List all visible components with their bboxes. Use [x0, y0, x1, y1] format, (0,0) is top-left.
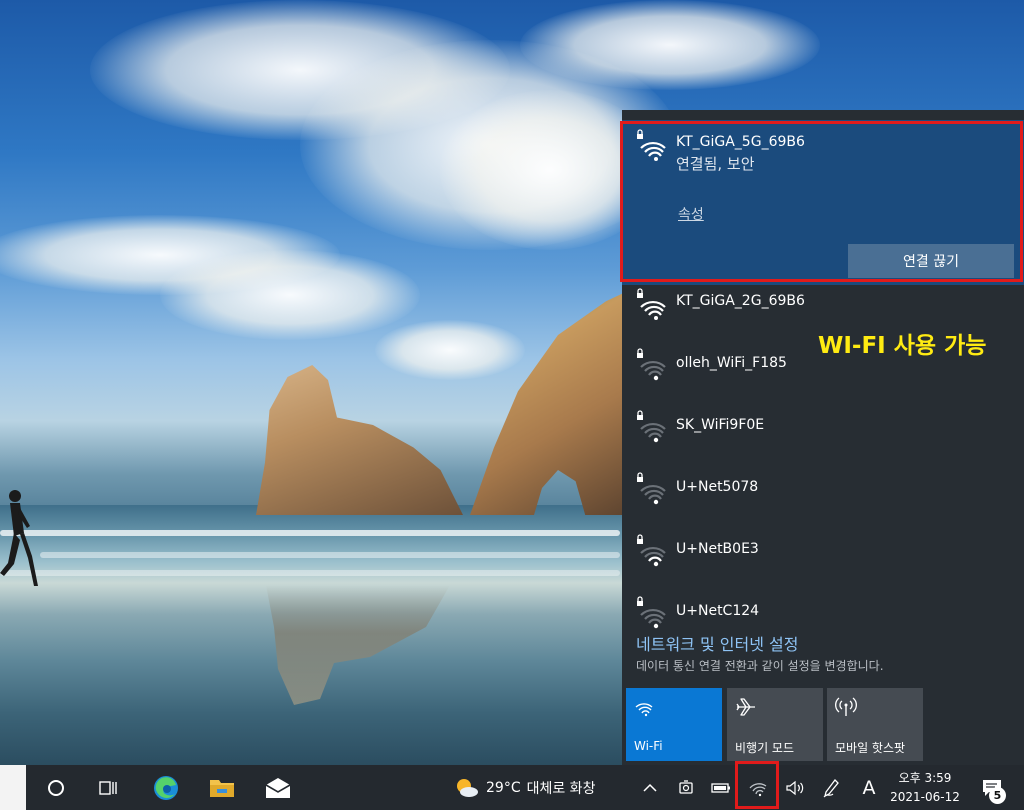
notification-badge: 5: [989, 787, 1006, 804]
network-settings-link[interactable]: 네트워크 및 인터넷 설정: [636, 631, 798, 655]
battery-icon: [711, 782, 730, 793]
task-view-button[interactable]: [92, 765, 124, 810]
edge-icon: [154, 775, 178, 800]
pen-workspace-button[interactable]: [818, 765, 844, 810]
airplane-icon: [736, 698, 755, 716]
network-ssid: KT_GiGA_2G_69B6: [676, 293, 805, 309]
task-view-icon: [99, 780, 117, 795]
search-button[interactable]: [38, 765, 74, 810]
quick-action-label: 모바일 핫스팟: [835, 741, 906, 755]
network-status: 연결됨, 보안: [676, 155, 755, 173]
wifi-secured-weak-icon: [637, 596, 666, 629]
clock-date: 2021-06-12: [890, 790, 960, 804]
volume-button[interactable]: [782, 765, 808, 810]
network-ssid: SK_WiFi9F0E: [676, 417, 765, 433]
chevron-up-icon: [643, 783, 657, 792]
start-button[interactable]: [0, 765, 26, 810]
weather-temperature: 29°C: [486, 779, 521, 796]
network-item-connected[interactable]: KT_GiGA_5G_69B6 연결됨, 보안 속성 연결 끊기: [622, 120, 1024, 285]
network-item[interactable]: U+Net5078: [622, 471, 1024, 533]
wifi-icon: [635, 703, 653, 717]
network-ssid: KT_GiGA_5G_69B6: [676, 134, 805, 150]
properties-link[interactable]: 속성: [678, 204, 704, 224]
speaker-icon: [786, 780, 804, 795]
network-item[interactable]: U+NetC124: [622, 595, 1024, 629]
wifi-secured-weak-icon: [637, 472, 666, 505]
wifi-tray-icon: [749, 782, 767, 796]
wifi-secured-weak-icon: [637, 348, 666, 381]
quick-action-label: 비행기 모드: [735, 741, 795, 755]
battery-button[interactable]: [708, 765, 734, 810]
quick-action-wifi[interactable]: Wi-Fi: [626, 688, 722, 761]
mail-icon: [265, 777, 291, 798]
edge-button[interactable]: [148, 765, 184, 810]
folder-icon: [210, 779, 234, 797]
file-explorer-button[interactable]: [204, 765, 240, 810]
mail-button[interactable]: [260, 765, 296, 810]
quick-action-airplane[interactable]: 비행기 모드: [727, 688, 823, 761]
hotspot-icon: [835, 697, 857, 716]
disconnect-button[interactable]: 연결 끊기: [848, 244, 1014, 278]
clock[interactable]: 오후 3:59 2021-06-12: [888, 769, 962, 807]
show-hidden-icons-button[interactable]: [638, 765, 662, 810]
network-item[interactable]: SK_WiFi9F0E: [622, 409, 1024, 471]
quick-action-hotspot[interactable]: 모바일 핫스팟: [827, 688, 923, 761]
weather-description: 대체로 화창: [526, 780, 596, 797]
cortana-circle-icon: [48, 779, 64, 796]
input-method-button[interactable]: A: [856, 765, 882, 810]
wifi-available-annotation: WI-FI 사용 가능: [818, 333, 987, 359]
wifi-secured-weak-icon: [637, 410, 666, 443]
network-ssid: olleh_WiFi_F185: [676, 355, 787, 371]
partly-sunny-icon: [457, 778, 478, 797]
network-tray-button[interactable]: [743, 765, 773, 810]
network-ssid: U+NetB0E3: [676, 541, 759, 557]
wifi-secured-medium-icon: [637, 534, 666, 567]
meet-now-button[interactable]: [674, 765, 698, 810]
taskbar: 29°C 대체로 화창 A: [0, 765, 1024, 810]
ime-indicator: A: [862, 776, 876, 799]
network-item[interactable]: U+NetB0E3: [622, 533, 1024, 595]
camera-icon: [679, 779, 693, 794]
network-ssid: U+NetC124: [676, 603, 760, 619]
clock-time: 오후 3:59: [898, 771, 952, 785]
quick-action-label: Wi-Fi: [634, 739, 663, 753]
weather-widget[interactable]: 29°C 대체로 화창: [454, 765, 624, 810]
wifi-secured-icon: [637, 129, 666, 161]
network-flyout: KT_GiGA_5G_69B6 연결됨, 보안 속성 연결 끊기 KT_GiGA…: [622, 110, 1024, 765]
pen-icon: [823, 778, 839, 797]
wifi-secured-icon: [637, 288, 666, 320]
network-settings-description: 데이터 통신 연결 전환과 같이 설정을 변경합니다.: [636, 659, 884, 673]
network-ssid: U+Net5078: [676, 479, 759, 495]
